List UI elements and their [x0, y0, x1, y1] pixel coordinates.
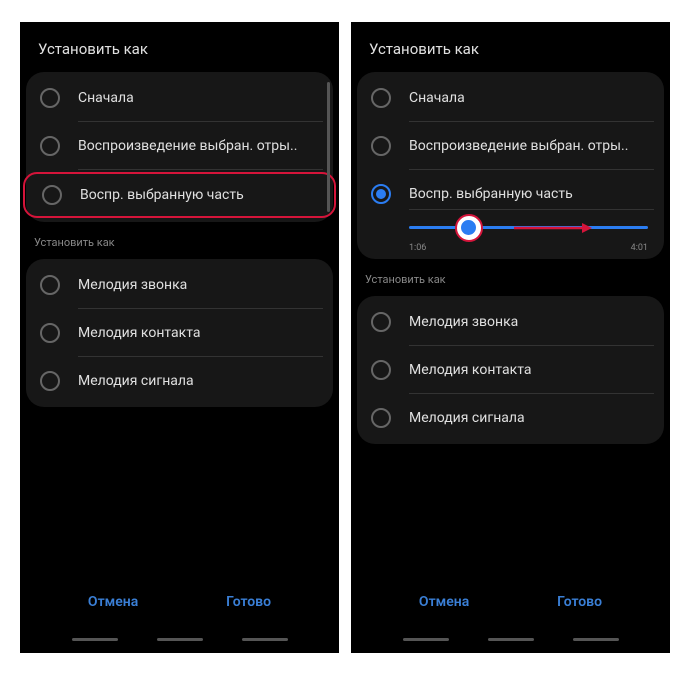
- footer: Отмена Готово: [351, 584, 670, 638]
- left-pane: Установить как Сначала Воспроизведение в…: [20, 22, 339, 653]
- radio-label: Воспр. выбранную часть: [80, 187, 244, 203]
- radio-row-notification[interactable]: Мелодия сигнала: [357, 394, 664, 442]
- radio-icon-checked: [371, 184, 391, 204]
- nav-back-icon[interactable]: [242, 638, 288, 641]
- right-pane: Установить как Сначала Воспроизведение в…: [351, 22, 670, 653]
- radio-row-contact-melody[interactable]: Мелодия контакта: [26, 309, 333, 357]
- header-title: Установить как: [20, 22, 339, 72]
- radio-row-selected-excerpt[interactable]: Воспроизведение выбран. отры..: [26, 122, 333, 170]
- radio-row-ringtone[interactable]: Мелодия звонка: [26, 261, 333, 309]
- radio-row-from-start[interactable]: Сначала: [26, 74, 333, 122]
- radio-row-ringtone[interactable]: Мелодия звонка: [357, 298, 664, 346]
- radio-row-play-part[interactable]: Воспр. выбранную часть: [357, 170, 664, 210]
- time-start: 1:06: [409, 243, 426, 253]
- footer: Отмена Готово: [20, 584, 339, 638]
- highlight-annotation: Воспр. выбранную часть: [23, 172, 336, 218]
- radio-icon: [40, 371, 60, 391]
- radio-row-selected-excerpt[interactable]: Воспроизведение выбран. отры..: [357, 122, 664, 170]
- nav-bars: [351, 638, 670, 653]
- nav-home-icon[interactable]: [488, 638, 534, 641]
- radio-icon: [40, 275, 60, 295]
- slider-track: [409, 226, 648, 229]
- radio-label: Мелодия звонка: [409, 314, 518, 330]
- time-end: 4:01: [631, 243, 648, 253]
- radio-icon: [371, 312, 391, 332]
- radio-label: Сначала: [409, 90, 465, 106]
- cancel-button[interactable]: Отмена: [407, 584, 481, 620]
- radio-label: Воспр. выбранную часть: [409, 186, 573, 202]
- cancel-button[interactable]: Отмена: [76, 584, 150, 620]
- header-title: Установить как: [351, 22, 670, 72]
- radio-label: Сначала: [78, 90, 134, 106]
- radio-icon: [371, 408, 391, 428]
- done-button[interactable]: Готово: [545, 584, 614, 620]
- slider-thumb[interactable]: [455, 214, 483, 242]
- subheader: Установить как: [20, 222, 339, 259]
- setas-card: Мелодия звонка Мелодия контакта Мелодия …: [26, 259, 333, 407]
- drag-arrow-icon: [514, 221, 594, 235]
- playback-card: Сначала Воспроизведение выбран. отры.. В…: [26, 72, 333, 222]
- radio-label: Мелодия звонка: [78, 277, 187, 293]
- radio-label: Мелодия контакта: [409, 362, 531, 378]
- radio-label: Мелодия контакта: [78, 325, 200, 341]
- radio-icon: [40, 136, 60, 156]
- radio-label: Мелодия сигнала: [409, 410, 525, 426]
- radio-icon: [371, 136, 391, 156]
- radio-label: Воспроизведение выбран. отры..: [409, 138, 628, 154]
- nav-recents-icon[interactable]: [72, 638, 118, 641]
- nav-home-icon[interactable]: [157, 638, 203, 641]
- radio-row-contact-melody[interactable]: Мелодия контакта: [357, 346, 664, 394]
- radio-icon: [40, 88, 60, 108]
- radio-row-from-start[interactable]: Сначала: [357, 74, 664, 122]
- radio-label: Мелодия сигнала: [78, 373, 194, 389]
- radio-icon: [40, 323, 60, 343]
- nav-back-icon[interactable]: [573, 638, 619, 641]
- radio-row-play-part[interactable]: Воспр. выбранную часть: [28, 174, 331, 216]
- playback-card: Сначала Воспроизведение выбран. отры.. В…: [357, 72, 664, 259]
- audio-slider[interactable]: [357, 210, 664, 237]
- radio-icon: [371, 360, 391, 380]
- nav-bars: [20, 638, 339, 653]
- nav-recents-icon[interactable]: [403, 638, 449, 641]
- radio-row-notification[interactable]: Мелодия сигнала: [26, 357, 333, 405]
- setas-card: Мелодия звонка Мелодия контакта Мелодия …: [357, 296, 664, 444]
- radio-icon: [371, 88, 391, 108]
- thumb-dot-icon: [461, 220, 476, 235]
- radio-label: Воспроизведение выбран. отры..: [78, 138, 297, 154]
- time-labels: 1:06 4:01: [357, 237, 664, 257]
- radio-icon: [42, 185, 62, 205]
- subheader: Установить как: [351, 259, 670, 296]
- thumb-highlight-icon: [455, 214, 483, 242]
- done-button[interactable]: Готово: [214, 584, 283, 620]
